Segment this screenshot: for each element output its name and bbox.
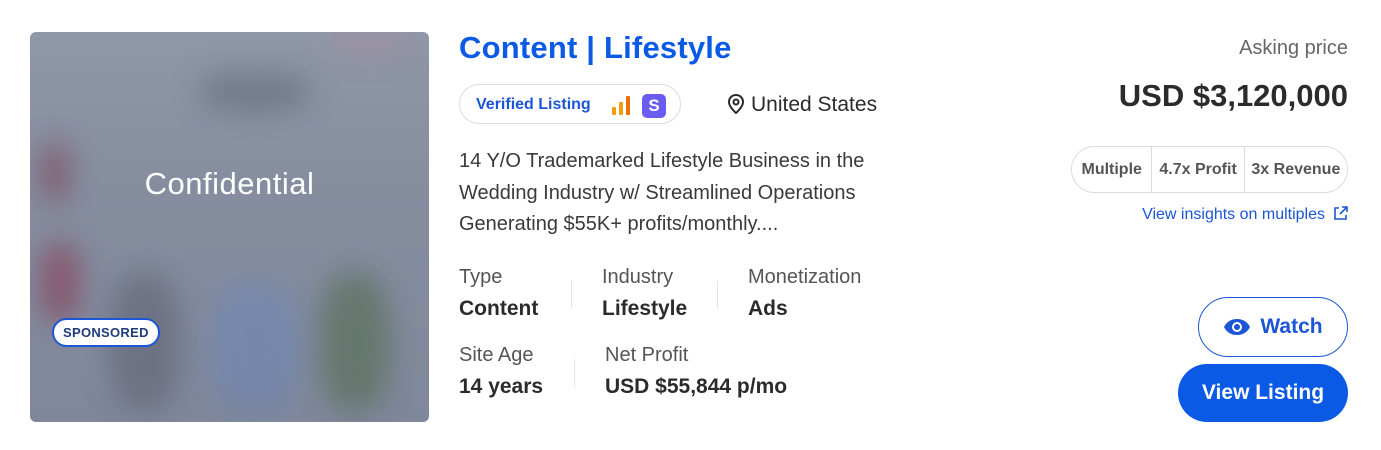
analytics-bars-icon [612, 96, 630, 115]
industry-value: Lifestyle [602, 297, 688, 320]
site-age-label: Site Age [459, 344, 534, 366]
asking-price-value: USD $3,120,000 [1118, 78, 1348, 113]
watch-label: Watch [1260, 315, 1323, 338]
asking-price-label: Asking price [1239, 37, 1348, 59]
monetization-label: Monetization [748, 266, 862, 288]
net-profit-label: Net Profit [605, 344, 689, 366]
industry-label: Industry [602, 266, 674, 288]
type-label: Type [459, 266, 503, 288]
thumbnail-blur-shape [320, 272, 390, 412]
multiples-pill: Multiple 4.7x Profit 3x Revenue [1071, 146, 1348, 193]
revenue-multiple: 3x Revenue [1243, 147, 1347, 192]
listing-location: United States [727, 93, 877, 117]
view-listing-button[interactable]: View Listing [1178, 364, 1348, 422]
listing-card: Confidential SPONSORED Content | Lifesty… [0, 0, 1381, 450]
field-divider [574, 359, 575, 387]
thumbnail-blur-shape [200, 72, 310, 112]
view-insights-label: View insights on multiples [1142, 206, 1325, 223]
type-value: Content [459, 297, 539, 320]
verified-listing-badge: Verified Listing S [459, 84, 681, 124]
sponsored-badge: SPONSORED [52, 318, 160, 347]
eye-icon [1224, 319, 1251, 335]
location-text: United States [751, 93, 878, 116]
thumbnail-blur-shape [330, 32, 410, 52]
profit-multiple: 4.7x Profit [1151, 147, 1243, 192]
thumbnail-blur-shape [210, 282, 300, 412]
net-profit-value: USD $55,844 p/mo [605, 375, 788, 398]
thumbnail-blur-shape [40, 242, 80, 322]
listing-title[interactable]: Content | Lifestyle [459, 30, 732, 66]
external-link-icon [1334, 206, 1348, 220]
verified-listing-label: Verified Listing [476, 96, 591, 113]
monetization-value: Ads [748, 297, 788, 320]
watch-button[interactable]: Watch [1198, 297, 1348, 357]
field-divider [717, 281, 718, 309]
multiple-label: Multiple [1081, 160, 1142, 178]
field-divider [571, 281, 572, 309]
listing-description: 14 Y/O Trademarked Lifestyle Business in… [459, 150, 865, 235]
location-pin-icon [727, 94, 745, 114]
view-insights-link[interactable]: View insights on multiples [1142, 206, 1348, 224]
shopify-s-icon: S [642, 94, 666, 118]
thumbnail-confidential-text: Confidential [144, 166, 315, 201]
listing-thumbnail[interactable]: Confidential SPONSORED [30, 32, 429, 422]
site-age-value: 14 years [459, 375, 544, 398]
